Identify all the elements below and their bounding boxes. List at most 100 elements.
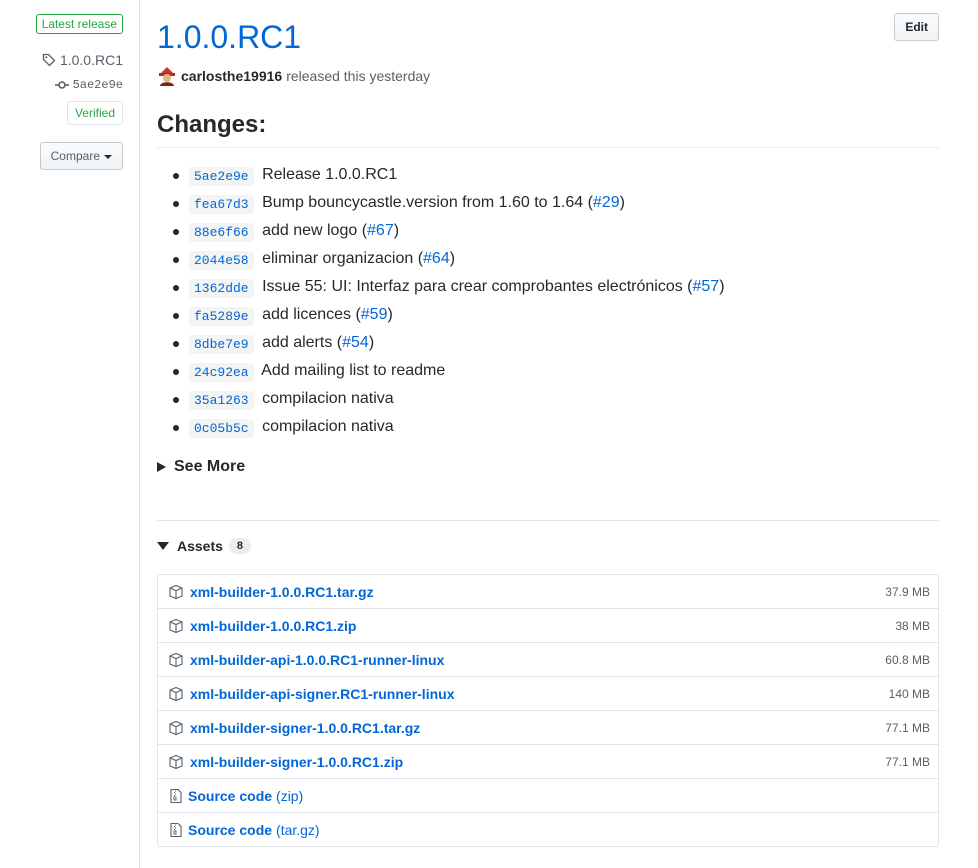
change-text: eliminar organizacion ( bbox=[262, 250, 424, 267]
package-icon bbox=[169, 618, 183, 633]
compare-button[interactable]: Compare bbox=[39, 142, 123, 170]
change-suffix: ) bbox=[387, 306, 393, 323]
change-text: Bump bouncycastle.version from 1.60 to 1… bbox=[262, 194, 593, 211]
asset-download-link[interactable]: xml-builder-api-1.0.0.RC1-runner-linux bbox=[190, 652, 444, 668]
edit-button[interactable]: Edit bbox=[894, 13, 939, 41]
list-item: 0c05b5c compilacion nativa bbox=[157, 413, 939, 441]
avatar[interactable] bbox=[157, 66, 177, 86]
asset-size: 77.1 MB bbox=[885, 720, 930, 735]
change-text: Issue 55: UI: Interfaz para crear compro… bbox=[262, 278, 693, 295]
verified-badge[interactable]: Verified bbox=[66, 101, 123, 125]
asset-row: xml-builder-signer-1.0.0.RC1.zip 77.1 MB bbox=[158, 744, 938, 778]
source-download-link[interactable]: Source code (tar.gz) bbox=[188, 822, 320, 838]
list-item: 5ae2e9e Release 1.0.0.RC1 bbox=[157, 161, 939, 189]
change-suffix: ) bbox=[449, 250, 456, 267]
caret-down-icon bbox=[157, 542, 169, 550]
asset-size: 37.9 MB bbox=[885, 584, 930, 599]
latest-release-badge: Latest release bbox=[35, 14, 123, 34]
assets-count-badge: 8 bbox=[228, 538, 251, 554]
release-byline: carlosthe19916 released this yesterday bbox=[157, 66, 430, 86]
change-suffix: ) bbox=[368, 334, 375, 351]
source-download-link[interactable]: Source code (zip) bbox=[188, 788, 303, 804]
list-item: 35a1263 compilacion nativa bbox=[157, 385, 939, 413]
pr-link[interactable]: #64 bbox=[423, 250, 450, 267]
change-text: add alerts ( bbox=[262, 334, 343, 351]
assets-toggle[interactable]: Assets 8 bbox=[157, 538, 251, 554]
asset-row: xml-builder-api-1.0.0.RC1-runner-linux 6… bbox=[158, 642, 938, 676]
source-row: Source code (zip) bbox=[158, 778, 938, 812]
list-item: 24c92ea Add mailing list to readme bbox=[157, 357, 939, 385]
asset-size: 38 MB bbox=[895, 618, 930, 633]
change-list: 5ae2e9e Release 1.0.0.RC1 fea67d3 Bump b… bbox=[157, 161, 939, 441]
asset-size: 77.1 MB bbox=[885, 754, 930, 769]
pr-link[interactable]: #57 bbox=[692, 278, 719, 295]
pr-link[interactable]: #59 bbox=[361, 306, 388, 323]
list-item: 1362dde Issue 55: UI: Interfaz para crea… bbox=[157, 273, 939, 301]
list-item: 2044e58 eliminar organizacion (#64) bbox=[157, 245, 939, 273]
asset-row: xml-builder-signer-1.0.0.RC1.tar.gz 77.1… bbox=[158, 710, 938, 744]
tag-icon bbox=[42, 53, 56, 67]
asset-download-link[interactable]: xml-builder-1.0.0.RC1.tar.gz bbox=[190, 584, 374, 600]
divider bbox=[157, 520, 939, 521]
compare-label: Compare bbox=[50, 149, 100, 163]
source-row: Source code (tar.gz) bbox=[158, 812, 938, 846]
release-title[interactable]: 1.0.0.RC1 bbox=[157, 18, 301, 56]
commit-sha-link[interactable]: 0c05b5c bbox=[189, 419, 254, 438]
commit-sha-link[interactable]: 8dbe7e9 bbox=[189, 335, 254, 354]
see-more-toggle[interactable]: See More bbox=[157, 458, 245, 476]
assets-list: xml-builder-1.0.0.RC1.tar.gz 37.9 MB xml… bbox=[157, 574, 939, 847]
change-text: Add mailing list to readme bbox=[261, 362, 446, 379]
assets-label: Assets bbox=[177, 538, 223, 554]
asset-download-link[interactable]: xml-builder-1.0.0.RC1.zip bbox=[190, 618, 356, 634]
change-suffix: ) bbox=[393, 222, 400, 239]
source-name: Source code bbox=[188, 821, 273, 838]
list-item: fa5289e add licences (#59) bbox=[157, 301, 939, 329]
change-suffix: ) bbox=[719, 278, 725, 295]
commit-sha-link[interactable]: fea67d3 bbox=[189, 195, 254, 214]
asset-size: 60.8 MB bbox=[885, 652, 930, 667]
commit-sha-link[interactable]: 88e6f66 bbox=[189, 223, 254, 242]
list-item: 8dbe7e9 add alerts (#54) bbox=[157, 329, 939, 357]
caret-right-icon bbox=[157, 462, 166, 472]
commit-sha-link[interactable]: 2044e58 bbox=[189, 251, 254, 270]
pr-link[interactable]: #54 bbox=[342, 334, 369, 351]
commit-sha-link[interactable]: fa5289e bbox=[189, 307, 254, 326]
changes-heading: Changes: bbox=[157, 111, 267, 138]
package-icon bbox=[169, 754, 183, 769]
commit-sha: 5ae2e9e bbox=[72, 78, 123, 92]
asset-download-link[interactable]: xml-builder-api-signer.RC1-runner-linux bbox=[190, 686, 454, 702]
commit-sha-link[interactable]: 35a1263 bbox=[189, 391, 254, 410]
asset-download-link[interactable]: xml-builder-signer-1.0.0.RC1.tar.gz bbox=[190, 720, 420, 736]
list-item: 88e6f66 add new logo (#67) bbox=[157, 217, 939, 245]
package-icon bbox=[169, 652, 183, 667]
commit-sha-link[interactable]: 24c92ea bbox=[189, 363, 254, 382]
asset-row: xml-builder-1.0.0.RC1.tar.gz 37.9 MB bbox=[158, 575, 938, 608]
author-link[interactable]: carlosthe19916 bbox=[181, 68, 282, 84]
package-icon bbox=[169, 720, 183, 735]
change-text: Release 1.0.0.RC1 bbox=[262, 166, 398, 183]
git-commit-icon bbox=[54, 81, 69, 89]
divider bbox=[157, 147, 939, 148]
pr-link[interactable]: #29 bbox=[593, 194, 620, 211]
package-icon bbox=[169, 584, 183, 599]
asset-download-link[interactable]: xml-builder-signer-1.0.0.RC1.zip bbox=[190, 754, 403, 770]
source-name: Source code bbox=[188, 787, 273, 804]
list-item: fea67d3 Bump bouncycastle.version from 1… bbox=[157, 189, 939, 217]
asset-row: xml-builder-api-signer.RC1-runner-linux … bbox=[158, 676, 938, 710]
release-sidebar: Latest release 1.0.0.RC1 5ae2e9e Verifie… bbox=[0, 0, 140, 868]
see-more-label: See More bbox=[174, 458, 246, 475]
package-icon bbox=[169, 686, 183, 701]
commit-link[interactable]: 5ae2e9e bbox=[54, 78, 123, 92]
commit-sha-link[interactable]: 5ae2e9e bbox=[189, 167, 254, 186]
source-format: (tar.gz) bbox=[276, 821, 320, 838]
change-text: add licences ( bbox=[262, 306, 361, 323]
asset-size: 140 MB bbox=[888, 686, 930, 701]
released-text: released this yesterday bbox=[286, 68, 431, 84]
commit-sha-link[interactable]: 1362dde bbox=[189, 279, 254, 298]
source-format: (zip) bbox=[276, 787, 304, 804]
pr-link[interactable]: #67 bbox=[367, 222, 394, 239]
tag-link[interactable]: 1.0.0.RC1 bbox=[42, 52, 123, 68]
change-text: compilacion nativa bbox=[262, 390, 394, 407]
change-suffix: ) bbox=[619, 194, 625, 211]
change-text: compilacion nativa bbox=[262, 418, 394, 435]
